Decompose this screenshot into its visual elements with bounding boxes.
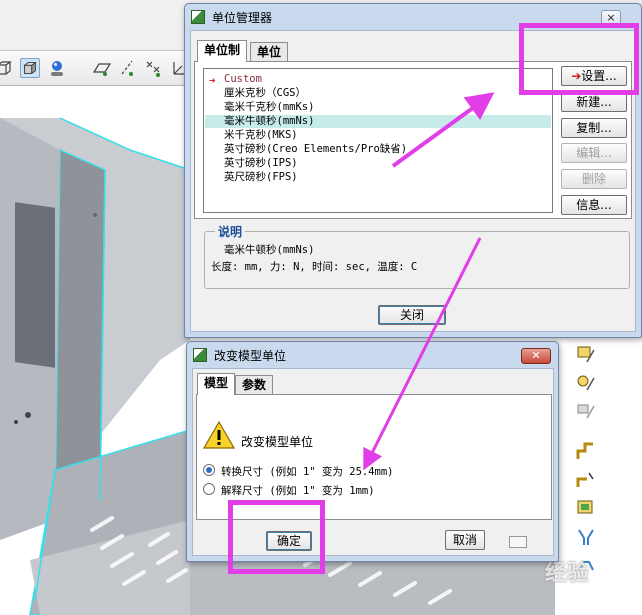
arrow-to-options (363, 237, 482, 471)
arrow-to-settings (391, 92, 495, 168)
tab-unit-systems[interactable]: 单位制 (197, 40, 248, 62)
annotation-arrows (363, 92, 495, 471)
tab-model[interactable]: 模型 (197, 373, 236, 395)
